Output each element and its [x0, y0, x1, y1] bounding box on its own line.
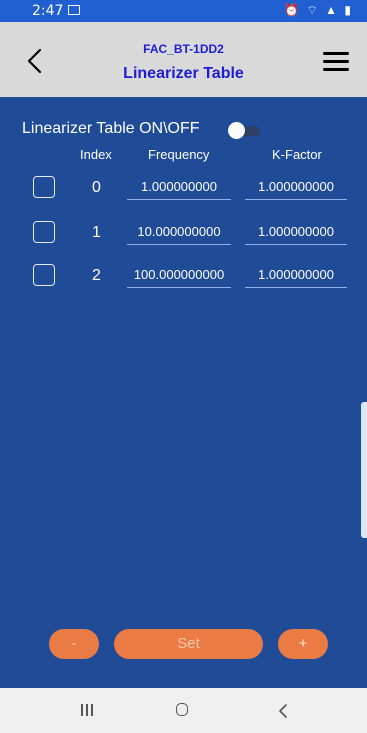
status-bar: 2:47 ⏰ ⌔ ▲ ▮ — [0, 0, 367, 22]
page-title: Linearizer Table — [123, 65, 244, 82]
plus-button[interactable]: + — [278, 629, 328, 659]
row-checkbox[interactable] — [33, 221, 55, 243]
linearizer-toggle-label: Linearizer Table ON\OFF — [22, 120, 200, 137]
set-button[interactable]: Set — [114, 629, 263, 659]
frequency-field[interactable]: 1.000000000 — [127, 179, 231, 200]
status-indicators: ⏰ ⌔ ▲ ▮ — [284, 3, 353, 17]
table-row: 1 10.000000000 1.000000000 — [0, 221, 367, 251]
kfactor-field[interactable]: 1.000000000 — [245, 224, 347, 245]
hamburger-menu-icon[interactable] — [323, 52, 349, 72]
image-icon — [68, 5, 80, 15]
row-index: 2 — [92, 267, 101, 284]
row-checkbox[interactable] — [33, 176, 55, 198]
table-row: 2 100.000000000 1.000000000 — [0, 264, 367, 294]
row-checkbox[interactable] — [33, 264, 55, 286]
frequency-field[interactable]: 100.000000000 — [127, 267, 231, 288]
nav-back-icon[interactable] — [278, 703, 288, 719]
system-nav-bar — [0, 688, 367, 733]
recents-icon[interactable] — [81, 704, 95, 716]
column-header-frequency: Frequency — [148, 147, 210, 162]
table-row: 0 1.000000000 1.000000000 — [0, 176, 367, 206]
app-bar: FAC_BT-1DD2 Linearizer Table — [0, 22, 367, 97]
column-header-index: Index — [80, 147, 112, 162]
scrollbar[interactable] — [361, 402, 367, 538]
frequency-field[interactable]: 10.000000000 — [127, 224, 231, 245]
row-index: 1 — [92, 224, 101, 241]
kfactor-field[interactable]: 1.000000000 — [245, 267, 347, 288]
kfactor-field[interactable]: 1.000000000 — [245, 179, 347, 200]
device-name: FAC_BT-1DD2 — [143, 42, 224, 56]
row-index: 0 — [92, 179, 101, 196]
toggle-thumb — [228, 122, 245, 139]
status-time: 2:47 — [32, 3, 64, 19]
linearizer-toggle-switch[interactable] — [228, 122, 260, 139]
minus-button[interactable]: - — [49, 629, 99, 659]
home-icon[interactable] — [176, 703, 188, 716]
column-header-kfactor: K-Factor — [272, 147, 322, 162]
